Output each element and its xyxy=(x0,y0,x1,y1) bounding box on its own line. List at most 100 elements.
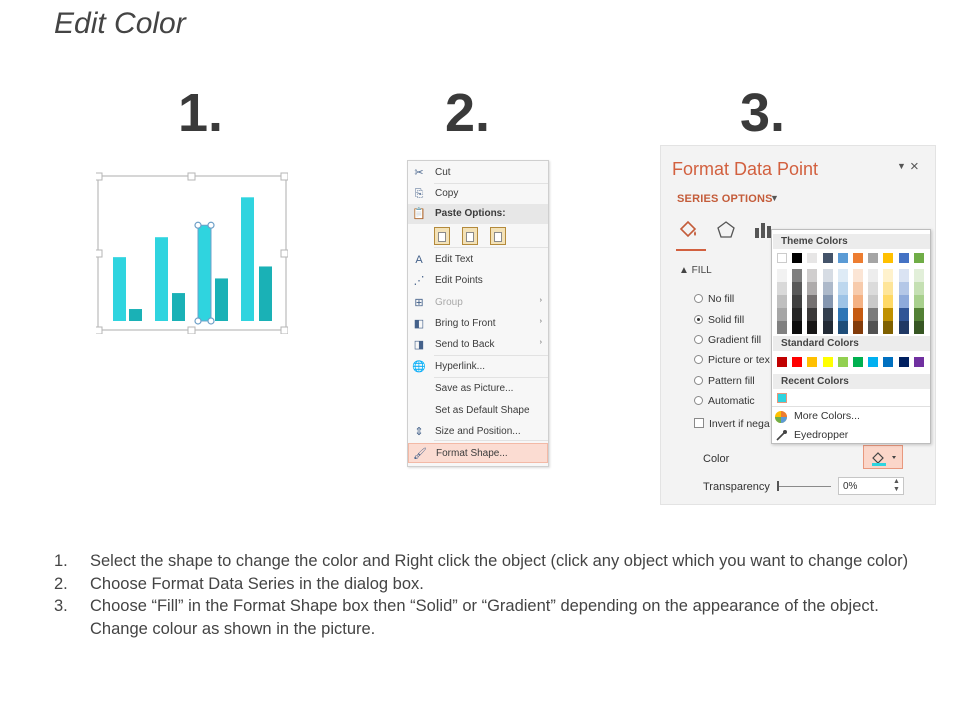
theme-shade-swatch[interactable] xyxy=(883,295,894,308)
fill-color-button[interactable] xyxy=(863,445,903,469)
theme-shade-swatch[interactable] xyxy=(822,308,833,321)
paste-option-2-icon[interactable] xyxy=(462,227,478,245)
theme-shade-swatch[interactable] xyxy=(868,282,879,295)
radio-button[interactable] xyxy=(694,396,703,405)
menu-item-format-shape[interactable]: 🖌 Format Shape... xyxy=(408,443,548,463)
theme-shade-swatch[interactable] xyxy=(807,295,818,308)
fill-section-header[interactable]: ▲ FILL xyxy=(679,265,712,276)
theme-shade-swatch[interactable] xyxy=(868,308,879,321)
theme-color-swatch[interactable] xyxy=(822,253,833,263)
menu-item-bring-to-front[interactable]: ◧ Bring to Front › xyxy=(408,314,548,334)
transparency-slider-handle[interactable] xyxy=(777,481,779,491)
theme-shade-swatch[interactable] xyxy=(853,269,863,282)
menu-item-cut[interactable]: ✂ Cut xyxy=(408,163,548,183)
theme-shade-swatch[interactable] xyxy=(913,282,924,295)
theme-shade-swatch[interactable] xyxy=(792,269,803,282)
theme-color-swatch[interactable] xyxy=(883,253,894,263)
theme-color-swatch[interactable] xyxy=(868,253,879,263)
theme-shade-swatch[interactable] xyxy=(853,282,863,295)
theme-shade-swatch[interactable] xyxy=(837,282,848,295)
standard-color-swatch[interactable] xyxy=(822,357,833,367)
radio-button[interactable] xyxy=(694,376,703,385)
theme-shade-swatch[interactable] xyxy=(913,269,924,282)
theme-shade-swatch[interactable] xyxy=(883,269,894,282)
menu-item-copy[interactable]: ⎘ Copy xyxy=(408,184,548,204)
theme-shade-swatch[interactable] xyxy=(898,308,909,321)
theme-shade-swatch[interactable] xyxy=(853,308,863,321)
standard-color-swatch[interactable] xyxy=(898,357,909,367)
standard-color-swatch[interactable] xyxy=(883,357,894,367)
fill-option-invert-if-nega[interactable]: Invert if nega xyxy=(694,418,770,430)
radio-button[interactable] xyxy=(694,315,703,324)
menu-item-set-as-default-shape[interactable]: Set as Default Shape xyxy=(408,401,548,421)
theme-shade-swatch[interactable] xyxy=(822,269,833,282)
radio-button[interactable] xyxy=(694,335,703,344)
theme-shade-swatch[interactable] xyxy=(883,308,894,321)
menu-item-group[interactable]: ⊞ Group › xyxy=(408,293,548,313)
theme-color-swatch[interactable] xyxy=(792,253,803,263)
theme-shade-swatch[interactable] xyxy=(807,308,818,321)
theme-shade-swatch[interactable] xyxy=(898,269,909,282)
theme-shade-swatch[interactable] xyxy=(883,321,894,334)
fill-option-gradient-fill[interactable]: Gradient fill xyxy=(694,334,761,346)
theme-shade-swatch[interactable] xyxy=(777,282,787,295)
theme-shade-swatch[interactable] xyxy=(868,295,879,308)
selected-chart-object[interactable] xyxy=(96,172,288,334)
standard-color-swatch[interactable] xyxy=(913,357,924,367)
fill-option-picture-or-tex[interactable]: Picture or tex xyxy=(694,354,770,366)
standard-color-swatch[interactable] xyxy=(837,357,848,367)
theme-shade-swatch[interactable] xyxy=(898,282,909,295)
theme-shade-swatch[interactable] xyxy=(853,321,863,334)
standard-color-swatch[interactable] xyxy=(853,357,863,367)
menu-item-save-as-picture[interactable]: Save as Picture... xyxy=(408,379,548,399)
theme-shade-swatch[interactable] xyxy=(883,282,894,295)
recent-color-swatch[interactable] xyxy=(777,393,787,403)
transparency-spinner[interactable]: ▲ ▼ xyxy=(893,478,900,494)
radio-button[interactable] xyxy=(694,355,703,364)
radio-button[interactable] xyxy=(694,294,703,303)
theme-shade-swatch[interactable] xyxy=(822,295,833,308)
panel-menu-dropdown-icon[interactable]: ▼ xyxy=(897,161,906,171)
theme-shade-swatch[interactable] xyxy=(913,308,924,321)
theme-shade-swatch[interactable] xyxy=(853,295,863,308)
fill-option-no-fill[interactable]: No fill xyxy=(694,293,734,305)
theme-shade-swatch[interactable] xyxy=(913,321,924,334)
fill-line-tab-icon[interactable] xyxy=(677,219,699,241)
close-icon[interactable]: × xyxy=(910,158,919,175)
theme-color-swatch[interactable] xyxy=(807,253,818,263)
theme-shade-swatch[interactable] xyxy=(868,321,879,334)
standard-color-swatch[interactable] xyxy=(868,357,879,367)
menu-item-send-to-back[interactable]: ◨ Send to Back › xyxy=(408,335,548,355)
theme-shade-swatch[interactable] xyxy=(898,321,909,334)
theme-color-swatch[interactable] xyxy=(777,253,787,263)
transparency-slider-track[interactable] xyxy=(777,486,831,487)
standard-color-swatch[interactable] xyxy=(777,357,787,367)
theme-shade-swatch[interactable] xyxy=(777,269,787,282)
standard-color-swatch[interactable] xyxy=(792,357,803,367)
standard-color-swatch[interactable] xyxy=(807,357,818,367)
theme-shade-swatch[interactable] xyxy=(792,295,803,308)
theme-shade-swatch[interactable] xyxy=(807,269,818,282)
menu-item-size-and-position[interactable]: ⇕ Size and Position... xyxy=(408,422,548,442)
chevron-down-icon[interactable]: ▼ xyxy=(770,193,779,203)
effects-tab-icon[interactable] xyxy=(715,219,737,241)
theme-shade-swatch[interactable] xyxy=(822,282,833,295)
theme-shade-swatch[interactable] xyxy=(837,321,848,334)
theme-shade-swatch[interactable] xyxy=(777,321,787,334)
theme-shade-swatch[interactable] xyxy=(807,321,818,334)
menu-item-edit-text[interactable]: A Edit Text xyxy=(408,250,548,270)
theme-shade-swatch[interactable] xyxy=(807,282,818,295)
theme-shade-swatch[interactable] xyxy=(822,321,833,334)
more-colors-menu-item[interactable]: More Colors... xyxy=(794,410,860,422)
theme-shade-swatch[interactable] xyxy=(868,269,879,282)
theme-color-swatch[interactable] xyxy=(853,253,863,263)
theme-shade-swatch[interactable] xyxy=(913,295,924,308)
fill-option-pattern-fill[interactable]: Pattern fill xyxy=(694,375,755,387)
theme-shade-swatch[interactable] xyxy=(777,308,787,321)
theme-shade-swatch[interactable] xyxy=(837,308,848,321)
theme-shade-swatch[interactable] xyxy=(777,295,787,308)
paste-option-1-icon[interactable] xyxy=(434,227,450,245)
theme-color-swatch[interactable] xyxy=(913,253,924,263)
fill-option-solid-fill[interactable]: Solid fill xyxy=(694,314,744,326)
paste-option-3-icon[interactable] xyxy=(490,227,506,245)
